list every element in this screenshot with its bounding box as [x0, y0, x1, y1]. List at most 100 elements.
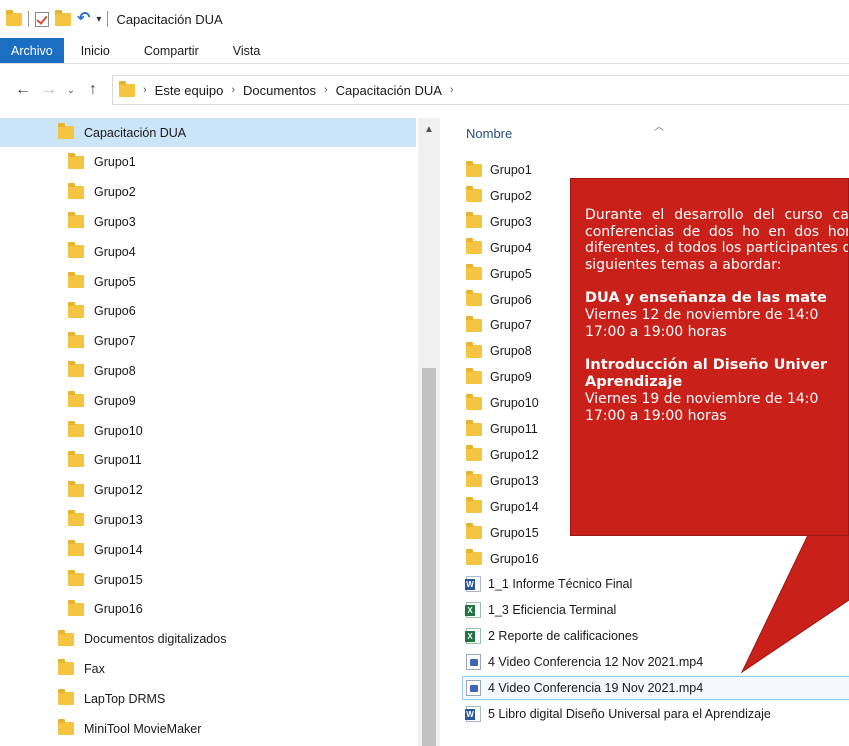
breadcrumb-documentos[interactable]: Documentos — [243, 83, 316, 98]
tab-inicio[interactable]: Inicio — [64, 38, 127, 63]
list-item[interactable]: 4 Video Conferencia 19 Nov 2021.mp4 — [462, 676, 849, 700]
tab-archivo[interactable]: Archivo — [0, 38, 64, 63]
tree-item[interactable]: Grupo14 — [0, 535, 143, 564]
list-item[interactable]: 4 Video Conferencia 12 Nov 2021.mp4 — [466, 650, 703, 674]
forward-arrow-icon[interactable]: → — [36, 81, 62, 99]
tree-item-label: Grupo7 — [94, 334, 136, 349]
tree-item[interactable]: Grupo13 — [0, 505, 143, 534]
folder-icon — [466, 186, 482, 203]
address-bar[interactable]: › Este equipo › Documentos › Capacitació… — [112, 75, 849, 105]
customize-toolbar-icon[interactable]: ▾ — [96, 14, 101, 25]
tree-item-label: Grupo2 — [94, 185, 136, 200]
tree-item[interactable]: MiniTool MovieMaker — [0, 714, 201, 743]
chevron-right-icon[interactable]: › — [139, 84, 151, 96]
tree-item[interactable]: Grupo15 — [0, 565, 143, 594]
list-item[interactable]: Grupo9 — [466, 365, 532, 389]
list-item[interactable]: Grupo10 — [466, 391, 539, 415]
tree-item-label: Grupo1 — [94, 155, 136, 170]
list-item[interactable]: 5 Libro digital Diseño Universal para el… — [465, 702, 771, 726]
tree-item[interactable]: Grupo10 — [0, 416, 143, 445]
list-item[interactable]: Grupo6 — [466, 288, 532, 312]
title-bar: ↶ ▾ Capacitación DUA — [0, 0, 849, 38]
nav-scrollbar[interactable]: ▲ — [418, 118, 440, 746]
scroll-thumb[interactable] — [422, 368, 436, 746]
tree-item-label: Grupo15 — [94, 572, 143, 587]
folder-icon — [58, 123, 74, 139]
breadcrumb-capacitacion[interactable]: Capacitación DUA — [336, 83, 442, 98]
column-header-nombre[interactable]: Nombre — [466, 126, 512, 141]
chevron-right-icon[interactable]: › — [446, 84, 458, 96]
breadcrumb-este-equipo[interactable]: Este equipo — [155, 83, 224, 98]
folder-icon — [58, 629, 74, 646]
tree-item[interactable]: Documentos digitalizados — [0, 625, 226, 654]
tab-vista[interactable]: Vista — [216, 38, 278, 63]
tree-item[interactable]: Grupo6 — [0, 297, 136, 326]
list-item[interactable]: Grupo4 — [466, 236, 532, 260]
list-item[interactable]: 1_1 Informe Técnico Final — [465, 572, 632, 596]
folder-icon — [68, 540, 84, 557]
list-item-name: 2 Reporte de calificaciones — [488, 629, 639, 644]
tree-item-label: Grupo4 — [94, 244, 136, 259]
excel-sheet-icon — [465, 602, 481, 619]
list-item[interactable]: Grupo5 — [466, 262, 532, 286]
list-item-name: 1_3 Eficiencia Terminal — [488, 603, 617, 618]
folder-icon — [68, 361, 84, 378]
announcement-callout: Durante el desarrollo del curso cabo 2 c… — [570, 178, 849, 536]
window-title: Capacitación DUA — [116, 11, 223, 27]
list-item[interactable]: Grupo12 — [466, 443, 539, 467]
list-item[interactable]: Grupo16 — [466, 547, 539, 571]
tree-item[interactable]: Grupo11 — [0, 446, 142, 475]
tree-item[interactable]: Grupo4 — [0, 237, 136, 266]
new-folder-icon[interactable] — [55, 9, 71, 26]
tree-item[interactable]: Grupo1 — [0, 148, 136, 177]
tree-item[interactable]: Grupo8 — [0, 356, 136, 385]
tree-item[interactable]: Grupo9 — [0, 386, 136, 415]
tree-item-label: Grupo12 — [94, 483, 143, 498]
undo-icon[interactable]: ↶ — [77, 11, 90, 27]
tree-item[interactable]: Grupo2 — [0, 178, 136, 207]
divider — [28, 11, 29, 27]
tree-item[interactable]: Grupo12 — [0, 476, 143, 505]
chevron-right-icon[interactable]: › — [320, 84, 332, 96]
callout-talk1-time: 17:00 a 19:00 horas — [585, 323, 727, 340]
tree-item-label: Capacitación DUA — [84, 125, 187, 140]
list-item[interactable]: 2 Reporte de calificaciones — [465, 624, 639, 648]
tab-compartir[interactable]: Compartir — [127, 38, 216, 63]
folder-icon — [466, 315, 482, 332]
scroll-up-icon[interactable]: ▲ — [424, 124, 434, 135]
recent-locations-icon[interactable]: ⌄ — [62, 85, 80, 96]
list-item[interactable]: Grupo8 — [466, 339, 532, 363]
list-item[interactable]: Grupo15 — [466, 521, 539, 545]
tree-item[interactable]: Grupo3 — [0, 207, 136, 236]
tree-item[interactable]: Fax — [0, 654, 105, 683]
list-item[interactable]: Grupo2 — [466, 184, 532, 208]
properties-icon[interactable] — [35, 11, 49, 27]
tree-item-label: Grupo16 — [94, 602, 143, 617]
list-item-name: 4 Video Conferencia 19 Nov 2021.mp4 — [488, 681, 704, 695]
up-arrow-icon[interactable]: ↑ — [80, 81, 106, 99]
folder-icon[interactable] — [6, 9, 22, 26]
tree-item-label: Grupo3 — [94, 214, 136, 229]
tree-item-label: MiniTool MovieMaker — [84, 721, 202, 736]
navigation-pane: Capacitación DUA Grupo1 Grupo2 Grupo3 Grupo4… — [0, 118, 440, 746]
tree-item[interactable]: Grupo7 — [0, 327, 136, 356]
list-item[interactable]: 1_3 Eficiencia Terminal — [465, 598, 617, 622]
tree-item[interactable]: Capacitación DUA — [0, 118, 416, 147]
list-item[interactable]: Grupo11 — [466, 417, 538, 441]
list-item[interactable]: Grupo13 — [466, 469, 539, 493]
folder-icon — [58, 689, 74, 706]
list-item[interactable]: Grupo1 — [466, 158, 532, 182]
list-item[interactable]: Grupo7 — [466, 313, 532, 337]
list-item[interactable]: Grupo3 — [466, 210, 532, 234]
tree-item[interactable]: Grupo16 — [0, 595, 143, 624]
tree-item-label: Fax — [84, 661, 105, 676]
list-item[interactable]: Grupo14 — [466, 495, 539, 519]
tree-item[interactable]: LapTop DRMS — [0, 684, 165, 713]
list-item-name: Grupo7 — [490, 318, 532, 333]
folder-icon — [68, 421, 84, 437]
tree-item[interactable]: Grupo5 — [0, 267, 136, 296]
chevron-right-icon[interactable]: › — [227, 84, 239, 96]
back-arrow-icon[interactable]: ← — [10, 81, 36, 99]
callout-talk2-date: Viernes 19 de noviembre de 14:0 — [585, 391, 819, 407]
list-item-name: Grupo3 — [490, 214, 532, 229]
